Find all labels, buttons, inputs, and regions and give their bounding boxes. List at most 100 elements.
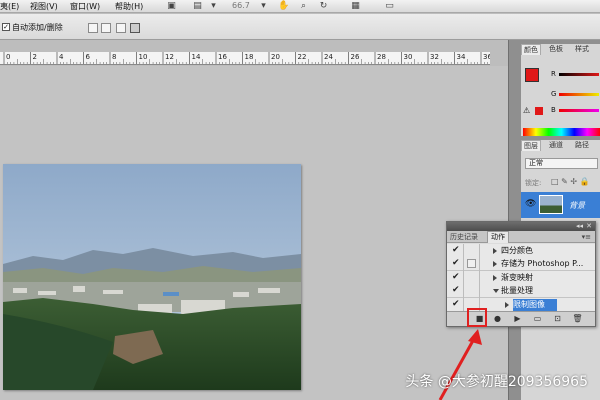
dialog-toggle[interactable]	[467, 259, 476, 269]
column-divider	[463, 257, 464, 272]
view-extras-icon[interactable]: ▤	[192, 1, 203, 11]
action-toggle-checkbox[interactable]: ✔	[452, 272, 461, 282]
ruler-tick-label: 26	[351, 53, 360, 61]
menu-view[interactable]: 视图(V)	[30, 1, 58, 12]
rotate-view-icon[interactable]: ↻	[318, 1, 329, 11]
new-set-icon[interactable]: ▭	[532, 314, 543, 324]
action-toggle-checkbox[interactable]: ✔	[452, 286, 461, 295]
column-divider	[463, 284, 464, 299]
expand-right-icon[interactable]	[493, 261, 497, 268]
channel-label-r: R	[551, 70, 556, 78]
new-action-icon[interactable]: ⊡	[552, 314, 563, 324]
layer-name[interactable]: 背景	[569, 200, 585, 211]
channel-label-b: B	[551, 106, 556, 114]
path-exclude-button[interactable]	[130, 23, 140, 33]
ruler-tick-label: 22	[298, 53, 307, 61]
ruler-tick-label: 16	[218, 53, 227, 61]
action-label: 渐变映射	[501, 272, 533, 282]
tab-styles[interactable]: 样式	[573, 44, 591, 55]
hand-tool-icon[interactable]: ✋	[278, 1, 289, 11]
zoom-level[interactable]: 66.7	[232, 1, 250, 10]
lock-icons[interactable]: □ ✎ ✢ 🔒	[551, 177, 590, 186]
column-divider	[463, 270, 464, 285]
path-subtract-button[interactable]	[101, 23, 111, 33]
action-row[interactable]: ✔ 四分颜色	[447, 244, 595, 258]
delete-icon[interactable]: 🗑	[572, 314, 583, 324]
action-label: 存储为 Photoshop P...	[501, 259, 584, 269]
ruler-tick-label: 14	[192, 53, 201, 61]
dropdown-arrow-icon[interactable]: ▾	[208, 1, 219, 11]
ruler-tick-label: 32	[430, 53, 439, 61]
zoom-dropdown-icon[interactable]: ▾	[258, 1, 269, 11]
actions-panel-titlebar[interactable]: ◂◂ ✕	[447, 222, 595, 231]
slider-r[interactable]	[559, 73, 599, 76]
bridge-icon[interactable]: ▣	[166, 1, 177, 11]
foreground-color-swatch[interactable]	[525, 68, 539, 82]
lock-label: 锁定:	[525, 179, 542, 187]
ruler-tick-label: 10	[139, 53, 148, 61]
column-divider	[463, 244, 464, 258]
collapse-icon[interactable]: ◂◂	[576, 222, 583, 230]
expand-right-icon[interactable]	[493, 274, 497, 281]
record-icon[interactable]: ●	[492, 314, 503, 324]
slider-g[interactable]	[559, 93, 599, 96]
ruler-tick-label: 6	[86, 53, 91, 61]
arrange-documents-icon[interactable]: ▦	[350, 1, 361, 11]
expand-down-icon[interactable]	[493, 289, 499, 294]
color-panel: 颜色 色板 样式 R G ⚠ B	[521, 44, 600, 136]
path-intersect-button[interactable]	[116, 23, 126, 33]
menu-help[interactable]: 帮助(H)	[115, 1, 143, 12]
tab-channels[interactable]: 通道	[547, 140, 565, 151]
ruler-tick-label: 28	[377, 53, 386, 61]
tab-actions[interactable]: 动作	[487, 231, 509, 243]
action-row[interactable]: ✔ 存储为 Photoshop P...	[447, 257, 595, 272]
close-icon[interactable]: ✕	[586, 222, 592, 230]
tab-layers[interactable]: 图层	[521, 140, 541, 151]
ruler-tick-label: 30	[404, 53, 413, 61]
play-icon[interactable]: ▶	[512, 314, 523, 324]
menu-edit[interactable]: 夷(E)	[0, 1, 19, 12]
tab-history[interactable]: 历史记录	[450, 232, 478, 242]
expand-right-icon[interactable]	[493, 248, 497, 254]
action-toggle-checkbox[interactable]: ✔	[452, 246, 461, 255]
action-toggle-checkbox[interactable]: ✔	[452, 259, 461, 268]
ruler-tick-label: 34	[457, 53, 466, 61]
menu-bar: 夷(E) 视图(V) 窗口(W) 帮助(H) ▣ ▤ ▾ 66.7 ▾ ✋ ⌕ …	[0, 0, 600, 13]
ruler-tick-label: 18	[245, 53, 254, 61]
options-bar: ✓ 自动添加/删除	[0, 14, 600, 40]
ruler-tick-label: 36	[483, 53, 490, 61]
blend-mode-select[interactable]: 正常	[525, 158, 598, 169]
ruler-tick-label: 4	[59, 53, 64, 61]
ruler-tick-label: 12	[165, 53, 174, 61]
ruler-tick-label: 2	[33, 53, 37, 61]
column-divider	[463, 297, 464, 312]
action-toggle-checkbox[interactable]: ✔	[452, 299, 461, 309]
expand-right-icon[interactable]	[505, 301, 509, 308]
eye-icon[interactable]: 👁	[525, 199, 536, 209]
path-add-button[interactable]	[88, 23, 98, 33]
zoom-tool-icon[interactable]: ⌕	[298, 1, 309, 11]
ruler-tick-label: 8	[112, 53, 116, 61]
color-ramp[interactable]	[523, 128, 600, 136]
tab-color[interactable]: 颜色	[521, 44, 541, 55]
slider-b[interactable]	[559, 109, 599, 112]
ruler-tick-label: 24	[324, 53, 333, 61]
watermark: 头条 @大参初醒209356965	[405, 374, 588, 390]
ruler-ticks: 024681012141618202224262830323436	[3, 52, 490, 64]
horizontal-ruler: 024681012141618202224262830323436	[0, 52, 490, 65]
menu-window[interactable]: 窗口(W)	[70, 1, 100, 12]
ruler-tick-label: 0	[6, 53, 10, 61]
column-divider	[479, 244, 480, 258]
action-row[interactable]: ✔ 批量处理	[447, 284, 595, 299]
panel-menu-icon[interactable]: ▾≡	[582, 232, 591, 242]
gamut-swatch[interactable]	[535, 107, 543, 115]
document-image	[3, 164, 301, 390]
auto-add-delete-checkbox[interactable]: ✓	[2, 23, 10, 31]
tab-swatches[interactable]: 色板	[547, 44, 565, 55]
auto-add-delete-label: 自动添加/删除	[12, 23, 63, 32]
column-divider	[479, 270, 480, 285]
screen-mode-icon[interactable]: ▭	[384, 1, 395, 11]
tab-paths[interactable]: 路径	[573, 140, 591, 151]
action-row[interactable]: ✔ 渐变映射	[447, 270, 595, 285]
layer-row-background[interactable]: 👁 背景	[521, 192, 600, 218]
